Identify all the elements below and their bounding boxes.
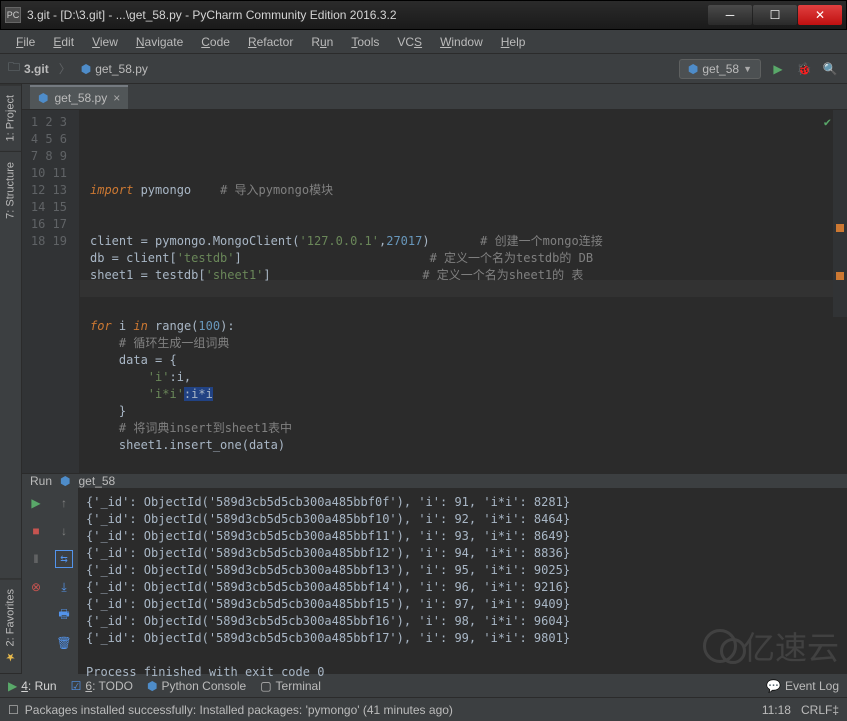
breadcrumb-project[interactable]: 3.git [24, 62, 49, 76]
python-icon: ⬢ [60, 474, 70, 488]
run-actions: ▶ ■ ‖ ⊗ [22, 488, 50, 687]
status-message: Packages installed successfully: Install… [25, 703, 453, 717]
run-button[interactable]: ▶ [769, 60, 787, 78]
editor-tabs: ⬢ get_58.py × [22, 84, 847, 110]
menu-view[interactable]: View [84, 33, 126, 51]
caret-position[interactable]: 11:18 [762, 703, 791, 717]
up-button[interactable]: ↑ [55, 494, 73, 512]
menu-help[interactable]: Help [493, 33, 534, 51]
menu-tools[interactable]: Tools [343, 33, 387, 51]
rerun-button[interactable]: ▶ [27, 494, 45, 512]
pause-button[interactable]: ‖ [27, 550, 45, 568]
status-icon: ☐ [8, 703, 19, 717]
menu-refactor[interactable]: Refactor [240, 33, 301, 51]
menu-file[interactable]: File [8, 33, 43, 51]
tab-filename: get_58.py [54, 91, 107, 105]
code-area[interactable]: ✔ import pymongo # 导入pymongo模块 client = … [80, 110, 847, 473]
menu-edit[interactable]: Edit [45, 33, 82, 51]
run-header-title: Run [30, 474, 52, 488]
console-output[interactable]: {'_id': ObjectId('589d3cb5d5cb300a485bbf… [78, 488, 847, 687]
run-tool-window: Run ⬢ get_58 ▶ ■ ‖ ⊗ ↑ ↓ ⇆ ⤓ 🖶 🗑 [22, 473, 847, 673]
titlebar: PC 3.git - [D:\3.git] - ...\get_58.py - … [0, 0, 847, 30]
gutter: 1 2 3 4 5 6 7 8 9 10 11 12 13 14 15 16 1… [22, 110, 80, 473]
line-separator[interactable]: CRLF‡ [801, 703, 839, 717]
debug-button[interactable]: 🐞 [795, 60, 813, 78]
breadcrumb-sep: 〉 [59, 60, 71, 77]
run-actions-2: ↑ ↓ ⇆ ⤓ 🖶 🗑 [50, 488, 78, 687]
editor[interactable]: 1 2 3 4 5 6 7 8 9 10 11 12 13 14 15 16 1… [22, 110, 847, 473]
status-bar: ☐ Packages installed successfully: Insta… [0, 697, 847, 721]
editor-tab[interactable]: ⬢ get_58.py × [30, 85, 128, 109]
python-icon: ⬢ [38, 91, 48, 105]
clear-button[interactable]: 🗑 [55, 634, 73, 652]
menu-vcs[interactable]: VCS [389, 33, 430, 51]
bottom-tab-todo[interactable]: ☑6: TODO [71, 679, 133, 693]
search-button[interactable]: 🔍 [821, 60, 839, 78]
bottom-tab-terminal[interactable]: ▢Terminal [260, 679, 321, 693]
run-header[interactable]: Run ⬢ get_58 [22, 474, 847, 488]
left-sidebar: 1: Project 7: Structure [0, 84, 22, 578]
breadcrumb-file[interactable]: get_58.py [95, 62, 148, 76]
print-button[interactable]: 🖶 [55, 606, 73, 624]
sidetab-project[interactable]: 1: Project [0, 84, 21, 151]
bottom-tab-console[interactable]: ⬢Python Console [147, 679, 246, 693]
window-title: 3.git - [D:\3.git] - ...\get_58.py - PyC… [27, 8, 708, 22]
chevron-down-icon: ▼ [743, 64, 752, 74]
python-icon: ⬢ [688, 62, 698, 76]
sidetab-structure[interactable]: 7: Structure [0, 151, 21, 229]
exit-button[interactable]: ⊗ [27, 578, 45, 596]
menu-run[interactable]: Run [303, 33, 341, 51]
menu-code[interactable]: Code [193, 33, 238, 51]
event-log-button[interactable]: 💬Event Log [766, 679, 839, 693]
sidetab-favorites[interactable]: ★2: Favorites [0, 578, 21, 673]
folder-icon: 🗀 [8, 58, 20, 79]
bottom-tab-run[interactable]: ▶4: Run [8, 679, 57, 693]
menu-navigate[interactable]: Navigate [128, 33, 191, 51]
analysis-ok-icon: ✔ [824, 114, 831, 131]
menubar: File Edit View Navigate Code Refactor Ru… [0, 30, 847, 54]
stop-button[interactable]: ■ [27, 522, 45, 540]
left-sidebar-bottom: ★2: Favorites [0, 578, 22, 673]
run-header-name: get_58 [79, 474, 116, 488]
python-icon: ⬢ [81, 62, 91, 76]
run-config-selector[interactable]: ⬢ get_58 ▼ [679, 59, 761, 79]
down-button[interactable]: ↓ [55, 522, 73, 540]
run-config-name: get_58 [702, 62, 739, 76]
scroll-end-button[interactable]: ⤓ [55, 578, 73, 596]
soft-wrap-button[interactable]: ⇆ [55, 550, 73, 568]
error-stripe[interactable] [833, 110, 847, 317]
close-tab-icon[interactable]: × [113, 91, 120, 105]
close-button[interactable]: ✕ [798, 5, 842, 25]
minimize-button[interactable]: ─ [708, 5, 752, 25]
navigation-bar: 🗀 3.git 〉 ⬢ get_58.py ⬢ get_58 ▼ ▶ 🐞 🔍 [0, 54, 847, 84]
menu-window[interactable]: Window [432, 33, 491, 51]
app-icon: PC [5, 7, 21, 23]
maximize-button[interactable]: ☐ [753, 5, 797, 25]
